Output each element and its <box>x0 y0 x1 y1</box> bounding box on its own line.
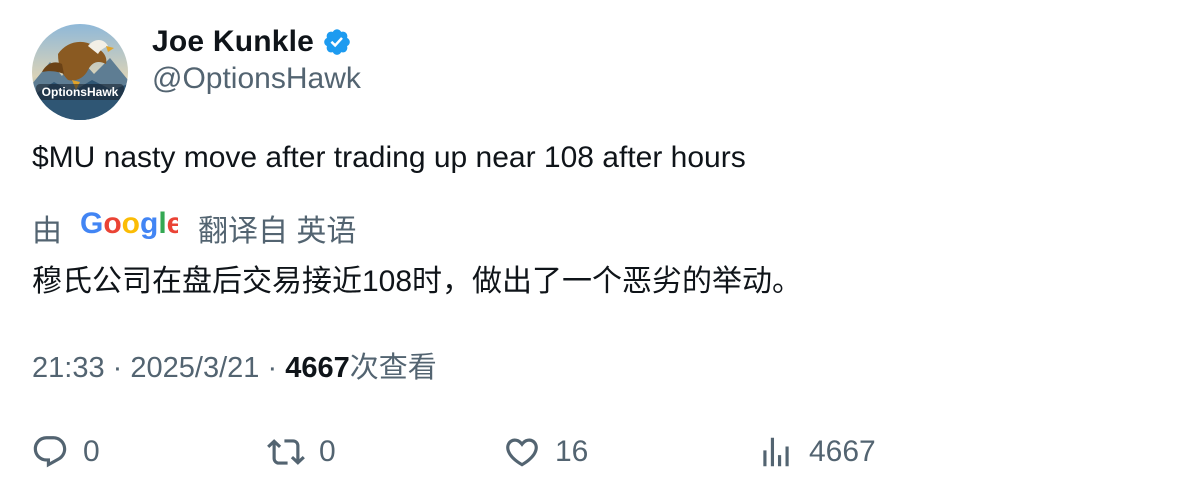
display-name[interactable]: Joe Kunkle <box>152 25 314 59</box>
action-bar: 0 0 16 4667 <box>0 430 1196 478</box>
reply-count: 0 <box>83 435 100 468</box>
tweet-date[interactable]: 2025/3/21 <box>130 352 259 384</box>
translation-attribution[interactable]: 由 Google 翻译自 英语 <box>32 206 356 250</box>
like-button[interactable]: 16 <box>503 430 588 474</box>
retweet-icon <box>267 439 305 465</box>
translation-suffix: 翻译自 英语 <box>198 215 357 248</box>
author-name-row: Joe Kunkle <box>152 22 352 62</box>
avatar[interactable]: OptionsHawk <box>32 24 128 120</box>
heart-icon <box>506 438 538 467</box>
tweet-time[interactable]: 21:33 <box>32 352 105 384</box>
views-button[interactable]: 4667 <box>757 430 876 474</box>
like-count: 16 <box>555 435 589 468</box>
reply-button[interactable]: 0 <box>31 430 100 474</box>
translated-text: 穆氏公司在盘后交易接近108时，做出了一个恶劣的举动。 <box>32 265 803 298</box>
views-count: 4667 <box>285 352 350 384</box>
views-action-count: 4667 <box>809 435 876 468</box>
hawk-logo-image: OptionsHawk <box>32 24 128 120</box>
tweet-card: OptionsHawk Joe Kunkle @OptionsHawk $MU … <box>0 0 1196 498</box>
translation-prefix: 由 <box>32 215 62 248</box>
google-logo-text: Google <box>80 207 178 240</box>
tweet-meta: 21:33 · 2025/3/21 · 4667次查看 <box>32 344 437 386</box>
views-label: 次查看 <box>349 352 437 384</box>
author-handle[interactable]: @OptionsHawk <box>152 62 361 96</box>
reply-icon <box>33 436 67 468</box>
analytics-icon <box>763 437 789 467</box>
tweet-text: $MU nasty move after trading up near 108… <box>32 141 746 174</box>
retweet-count: 0 <box>319 435 336 468</box>
retweet-button[interactable]: 0 <box>267 430 336 474</box>
avatar-logo-text: OptionsHawk <box>42 85 119 99</box>
meta-separator: · <box>267 352 278 384</box>
verified-badge-icon[interactable] <box>322 27 352 57</box>
meta-separator: · <box>112 352 123 384</box>
google-logo: Google <box>80 207 183 249</box>
